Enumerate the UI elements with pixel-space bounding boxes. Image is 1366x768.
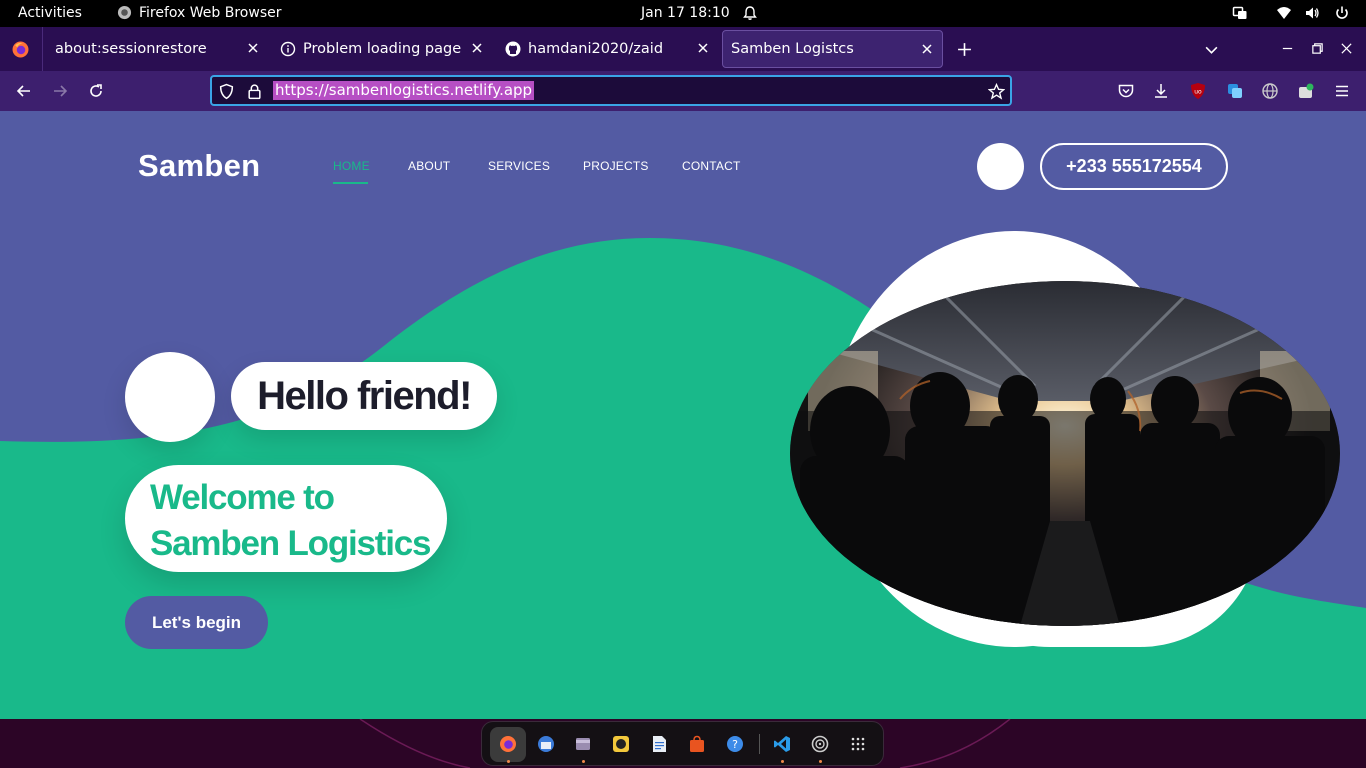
close-icon[interactable] xyxy=(246,41,260,55)
lets-begin-button[interactable]: Let's begin xyxy=(125,596,268,649)
nav-projects[interactable]: PROJECTS xyxy=(583,159,649,173)
volume-icon[interactable] xyxy=(1304,5,1320,21)
firefox-dock-icon[interactable] xyxy=(499,735,517,753)
tab-title: about:sessionrestore xyxy=(55,41,207,57)
firefox-icon xyxy=(117,5,132,20)
forward-arrow-icon[interactable] xyxy=(51,82,69,100)
disc-dock-icon[interactable] xyxy=(811,735,829,753)
list-tabs-chevron-down-icon[interactable] xyxy=(1204,42,1219,57)
firefox-view-icon[interactable] xyxy=(12,41,29,58)
running-indicator xyxy=(819,760,822,763)
svg-text:?: ? xyxy=(732,738,738,751)
welcome-line-1: Welcome to xyxy=(150,478,335,517)
bus-interior-photo xyxy=(790,281,1340,626)
greeting-text: Hello friend! xyxy=(257,373,472,418)
welcome-heading-card: Welcome to Samben Logistics xyxy=(125,465,447,572)
downloads-icon[interactable] xyxy=(1152,82,1170,100)
shield-icon[interactable] xyxy=(218,83,235,100)
reload-icon[interactable] xyxy=(87,82,105,100)
show-apps-grid-icon[interactable] xyxy=(849,735,867,753)
running-indicator xyxy=(781,760,784,763)
close-icon[interactable] xyxy=(470,41,484,55)
tab-title: hamdani2020/zaid xyxy=(528,41,664,57)
tab-strip: about:sessionrestore Problem loading pag… xyxy=(0,27,1366,71)
maximize-icon[interactable] xyxy=(1311,42,1324,55)
pocket-icon[interactable] xyxy=(1117,82,1135,100)
tab-samben[interactable]: Samben Logistcs xyxy=(722,30,943,68)
power-icon[interactable] xyxy=(1334,5,1350,21)
tab-title: Samben Logistcs xyxy=(731,41,854,57)
thunderbird-dock-icon[interactable] xyxy=(537,735,555,753)
url-text[interactable]: https://sambenlogistics.netlify.app xyxy=(273,81,535,100)
info-icon xyxy=(280,41,296,57)
running-indicator xyxy=(507,760,510,763)
tab-session-restore[interactable]: about:sessionrestore xyxy=(44,30,268,68)
address-bar[interactable]: https://sambenlogistics.netlify.app xyxy=(210,75,1012,106)
nav-services[interactable]: SERVICES xyxy=(488,159,550,173)
dock: ? xyxy=(481,721,884,766)
hero-circle-decoration xyxy=(125,352,215,442)
minimize-icon[interactable] xyxy=(1281,42,1294,55)
back-arrow-icon[interactable] xyxy=(15,82,33,100)
close-icon[interactable] xyxy=(920,42,934,56)
writer-dock-icon[interactable] xyxy=(650,735,668,753)
lock-icon[interactable] xyxy=(246,83,263,100)
clock[interactable]: Jan 17 18:10 xyxy=(641,5,730,21)
tab-title: Problem loading page xyxy=(303,41,462,57)
files-dock-icon[interactable] xyxy=(574,735,592,753)
nav-contact[interactable]: CONTACT xyxy=(682,159,741,173)
software-center-dock-icon[interactable] xyxy=(688,735,706,753)
phone-button[interactable]: +233 555172554 xyxy=(1040,143,1228,190)
nav-active-indicator xyxy=(333,182,368,184)
nav-home[interactable]: HOME xyxy=(333,159,370,173)
wifi-icon[interactable] xyxy=(1276,5,1292,21)
hamburger-menu-icon[interactable] xyxy=(1333,82,1351,100)
activities-button[interactable]: Activities xyxy=(18,5,82,21)
svg-text:uo: uo xyxy=(1194,89,1202,96)
system-top-bar: Activities Firefox Web Browser Jan 17 18… xyxy=(0,0,1366,27)
greeting-pill: Hello friend! xyxy=(231,362,497,430)
tab-github[interactable]: hamdani2020/zaid xyxy=(496,30,718,68)
help-dock-icon[interactable]: ? xyxy=(726,735,744,753)
running-indicator xyxy=(582,760,585,763)
screen-share-icon[interactable] xyxy=(1232,5,1248,21)
github-icon xyxy=(505,41,521,57)
navigation-toolbar: https://sambenlogistics.netlify.app uo xyxy=(0,71,1366,111)
close-window-icon[interactable] xyxy=(1340,42,1353,55)
app-menu[interactable]: Firefox Web Browser xyxy=(139,5,282,21)
desktop-background: ? xyxy=(0,719,1366,768)
extensions-icon[interactable] xyxy=(1297,82,1315,100)
translate-extension-icon[interactable] xyxy=(1226,82,1244,100)
notification-bell-icon xyxy=(743,6,757,20)
site-logo[interactable]: Samben xyxy=(138,148,260,184)
globe-icon[interactable] xyxy=(1261,82,1279,100)
round-header-button[interactable] xyxy=(977,143,1024,190)
ublock-icon[interactable]: uo xyxy=(1189,82,1207,100)
bookmark-star-icon[interactable] xyxy=(988,83,1005,100)
rhythmbox-dock-icon[interactable] xyxy=(612,735,630,753)
nav-about[interactable]: ABOUT xyxy=(408,159,450,173)
new-tab-icon[interactable] xyxy=(957,42,972,57)
web-page: Samben HOME ABOUT SERVICES PROJECTS CONT… xyxy=(0,111,1366,719)
close-icon[interactable] xyxy=(696,41,710,55)
vscode-dock-icon[interactable] xyxy=(773,735,791,753)
tab-problem-loading[interactable]: Problem loading page xyxy=(270,30,492,68)
welcome-line-2: Samben Logistics xyxy=(150,524,432,563)
dock-separator xyxy=(759,734,760,754)
